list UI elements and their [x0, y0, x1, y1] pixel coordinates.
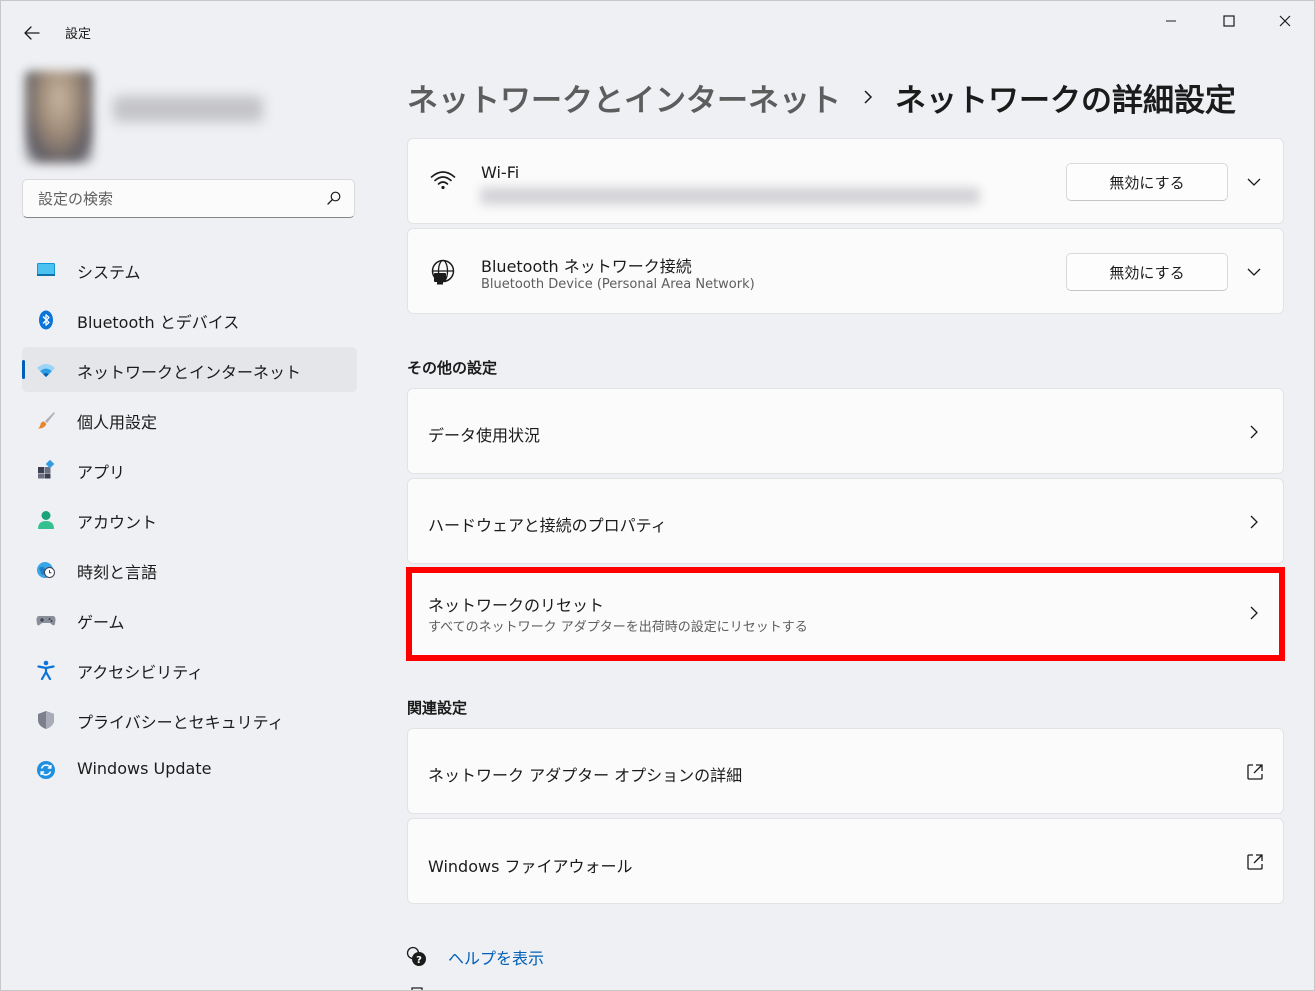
- arrow-left-icon: [24, 26, 40, 40]
- external-link-icon: [1247, 854, 1263, 870]
- profile-name-blurred: [113, 96, 263, 122]
- sidebar-item-personalization[interactable]: 個人用設定: [22, 397, 357, 442]
- maximize-button[interactable]: [1201, 5, 1257, 37]
- sidebar-item-label: ゲーム: [77, 613, 125, 632]
- active-indicator: [22, 360, 25, 379]
- sidebar-item-label: 時刻と言語: [77, 563, 158, 582]
- sidebar-item-windows-update[interactable]: Windows Update: [22, 747, 357, 792]
- external-link-icon: [1247, 764, 1263, 780]
- adapter-name: Wi-Fi: [481, 163, 520, 182]
- breadcrumb-parent[interactable]: ネットワークとインターネット: [407, 75, 841, 120]
- section-title-related-settings: 関連設定: [407, 699, 468, 717]
- sidebar-item-accounts[interactable]: アカウント: [22, 497, 357, 542]
- sidebar-item-label: システム: [77, 263, 141, 282]
- avatar: [25, 71, 93, 163]
- search-input[interactable]: [36, 186, 320, 212]
- network-reset-row[interactable]: ネットワークのリセット すべてのネットワーク アダプターを出荷時の設定にリセット…: [407, 568, 1284, 660]
- data-usage-row[interactable]: データ使用状況: [407, 388, 1284, 474]
- game-controller-icon: [36, 616, 56, 626]
- adapter-card-wifi: Wi-Fi 無効にする: [407, 138, 1284, 224]
- adapter-name: Bluetooth ネットワーク接続: [481, 257, 692, 276]
- section-title-other-settings: その他の設定: [407, 359, 498, 377]
- sidebar-item-privacy-security[interactable]: プライバシーとセキュリティ: [22, 697, 357, 742]
- sidebar-item-label: 個人用設定: [77, 413, 158, 432]
- search-icon[interactable]: [326, 190, 342, 206]
- sidebar-item-label: Windows Update: [77, 759, 212, 778]
- help-icon: ?: [406, 946, 426, 966]
- row-title: データ使用状況: [428, 426, 541, 445]
- sidebar-item-label: プライバシーとセキュリティ: [77, 713, 284, 732]
- user-profile[interactable]: [25, 71, 365, 166]
- disable-button[interactable]: 無効にする: [1066, 163, 1228, 201]
- breadcrumb: ネットワークとインターネット ネットワークの詳細設定: [407, 73, 1236, 121]
- sidebar-item-label: アカウント: [77, 513, 158, 532]
- disable-button[interactable]: 無効にする: [1066, 253, 1228, 291]
- feedback-link-cut-off[interactable]: [411, 985, 581, 990]
- maximize-icon: [1223, 15, 1235, 27]
- chevron-right-icon: [1250, 425, 1258, 439]
- globe-clock-icon: [37, 562, 55, 578]
- chevron-right-icon: [1250, 606, 1258, 620]
- sidebar-item-bluetooth[interactable]: Bluetooth とデバイス: [22, 297, 357, 342]
- account-person-icon: [38, 511, 54, 529]
- accessibility-icon: [37, 660, 55, 680]
- network-name-blurred: [480, 187, 980, 205]
- page-title: ネットワークの詳細設定: [895, 82, 1236, 119]
- help-link[interactable]: ? ヘルプを表示: [406, 945, 544, 969]
- app-title: 設定: [65, 27, 92, 42]
- paintbrush-icon: [38, 412, 55, 429]
- sidebar-item-label: ネットワークとインターネット: [77, 363, 302, 382]
- wifi-icon: [430, 171, 456, 190]
- row-title: ハードウェアと接続のプロパティ: [428, 516, 667, 535]
- chevron-right-icon: [864, 90, 873, 104]
- windows-update-icon: [37, 761, 55, 779]
- help-label: ヘルプを表示: [448, 949, 545, 968]
- sidebar-item-label: アクセシビリティ: [77, 663, 204, 682]
- wifi-network-icon: [37, 364, 55, 377]
- close-button[interactable]: [1257, 5, 1313, 37]
- chevron-down-icon[interactable]: [1244, 172, 1264, 192]
- back-button[interactable]: [15, 19, 49, 47]
- settings-window: 設定 システム: [0, 0, 1315, 991]
- windows-firewall-link[interactable]: Windows ファイアウォール: [407, 818, 1284, 904]
- sidebar-item-system[interactable]: システム: [22, 247, 357, 292]
- apps-grid-icon: [38, 460, 55, 479]
- search-box[interactable]: [22, 179, 355, 218]
- sidebar-nav: システム Bluetooth とデバイス ネットワークとインターネット 個人用設: [22, 247, 357, 797]
- ethernet-globe-icon: [431, 259, 455, 285]
- minimize-icon: [1166, 20, 1176, 22]
- chevron-down-icon[interactable]: [1244, 262, 1264, 282]
- row-title: ネットワーク アダプター オプションの詳細: [428, 766, 743, 785]
- sidebar-item-time-language[interactable]: 時刻と言語: [22, 547, 357, 592]
- sidebar-item-label: Bluetooth とデバイス: [77, 313, 240, 332]
- adapter-card-bluetooth: Bluetooth ネットワーク接続 Bluetooth Device (Per…: [407, 228, 1284, 314]
- feedback-icon: [411, 987, 423, 990]
- row-description: すべてのネットワーク アダプターを出荷時の設定にリセットする: [428, 620, 808, 635]
- minimize-button[interactable]: [1143, 5, 1199, 37]
- sidebar-item-apps[interactable]: アプリ: [22, 447, 357, 492]
- svg-text:?: ?: [416, 955, 422, 966]
- adapter-options-link[interactable]: ネットワーク アダプター オプションの詳細: [407, 728, 1284, 814]
- system-monitor-icon: [37, 263, 55, 276]
- bluetooth-icon: [39, 310, 53, 330]
- hardware-properties-row[interactable]: ハードウェアと接続のプロパティ: [407, 478, 1284, 564]
- row-title: ネットワークのリセット: [428, 596, 605, 615]
- shield-icon: [38, 711, 54, 729]
- title-bar: 設定: [1, 1, 1314, 63]
- sidebar-item-gaming[interactable]: ゲーム: [22, 597, 357, 642]
- sidebar-item-network[interactable]: ネットワークとインターネット: [22, 347, 357, 392]
- sidebar-item-label: アプリ: [77, 463, 126, 482]
- sidebar-item-accessibility[interactable]: アクセシビリティ: [22, 647, 357, 692]
- row-title: Windows ファイアウォール: [428, 857, 633, 876]
- close-icon: [1279, 15, 1291, 27]
- adapter-description: Bluetooth Device (Personal Area Network): [481, 277, 755, 292]
- chevron-right-icon: [1250, 515, 1258, 529]
